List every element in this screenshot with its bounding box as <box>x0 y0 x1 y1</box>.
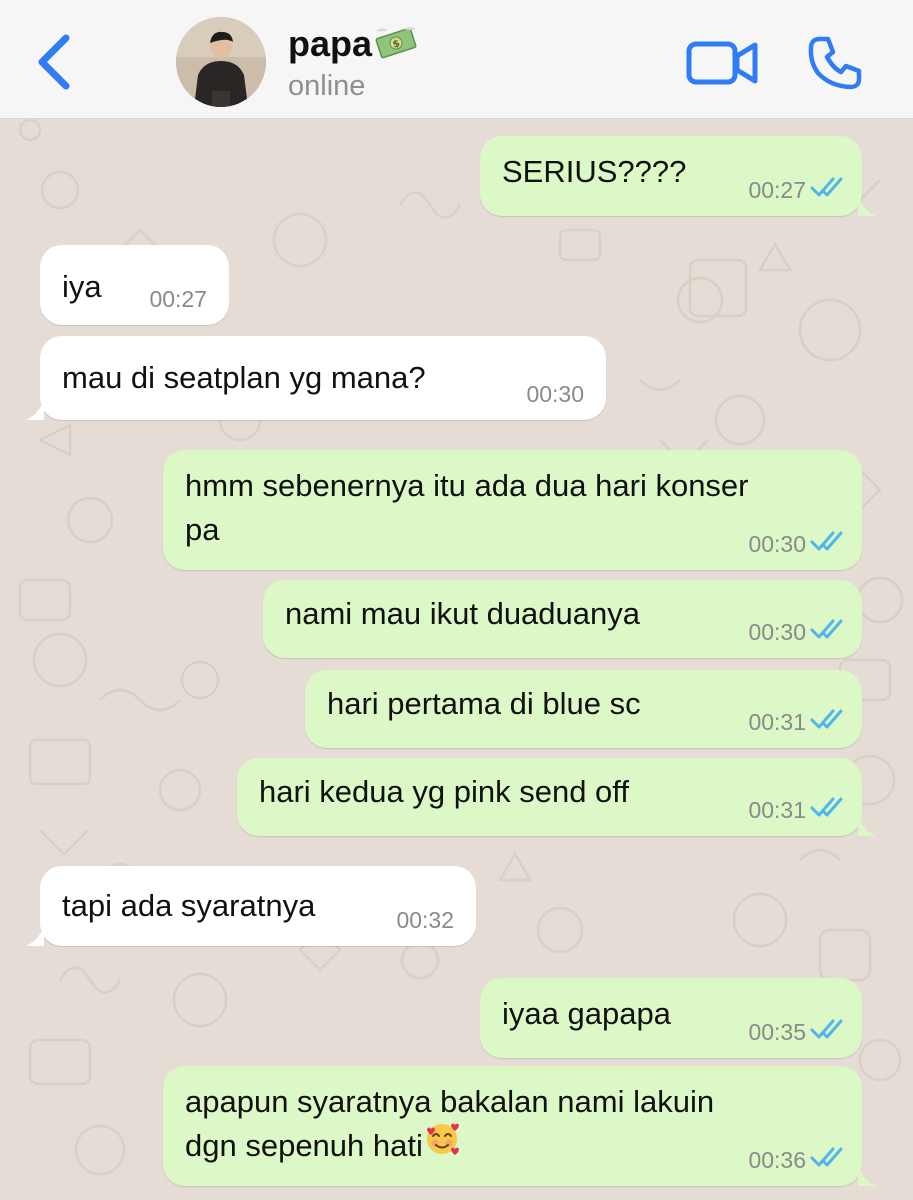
message-meta: 00:30 <box>526 380 584 408</box>
message-line: hmm sebenernya itu ada dua hari konser <box>185 468 749 503</box>
message-meta: 00:32 <box>396 906 454 934</box>
message-time: 00:31 <box>748 709 806 735</box>
message-text: mau di seatplan yg mana? <box>62 356 426 400</box>
message-line: dgn sepenuh hati <box>185 1128 423 1163</box>
chat-header: papa $ online <box>0 0 913 119</box>
message-time: 00:27 <box>748 177 806 203</box>
message-meta: 00:27 <box>748 176 848 204</box>
avatar[interactable] <box>176 17 266 107</box>
double-check-icon <box>810 1018 848 1046</box>
message-time: 00:30 <box>748 619 806 645</box>
message-text: hari kedua yg pink send off <box>259 770 629 814</box>
double-check-icon <box>810 796 848 824</box>
bubble-tail <box>858 194 876 216</box>
message-bubble-incoming[interactable]: iya 00:27 <box>40 245 229 325</box>
message-bubble-incoming[interactable]: mau di seatplan yg mana? 00:30 <box>26 336 606 420</box>
message-line: hari kedua yg pink send off <box>259 774 629 809</box>
message-meta: 00:31 <box>748 796 848 824</box>
message-time: 00:35 <box>748 1019 806 1045</box>
message-line: mau di seatplan yg mana? <box>62 360 426 395</box>
message-line: iyaa gapapa <box>502 996 671 1031</box>
message-time: 00:36 <box>748 1147 806 1173</box>
video-camera-icon <box>686 41 758 85</box>
double-check-icon <box>810 530 848 558</box>
message-text: apapun syaratnya bakalan nami lakuin dgn… <box>185 1080 714 1169</box>
voice-call-button[interactable] <box>806 34 864 92</box>
message-line: tapi ada syaratnya <box>62 888 316 923</box>
message-meta: 00:31 <box>748 708 848 736</box>
message-line: nami mau ikut duaduanya <box>285 596 641 631</box>
double-check-icon <box>810 618 848 646</box>
back-button[interactable] <box>28 32 84 92</box>
chat-screen: papa $ online SERIUS???? 00:27 iya 00:27… <box>0 0 913 1200</box>
message-meta: 00:27 <box>149 285 207 313</box>
message-line: SERIUS???? <box>502 154 687 189</box>
message-time: 00:27 <box>149 286 207 312</box>
message-line: iya <box>62 269 102 304</box>
message-meta: 00:36 <box>748 1146 848 1174</box>
smiling-face-with-hearts-emoji <box>424 1121 460 1169</box>
message-text: iya <box>62 265 102 309</box>
message-line: apapun syaratnya bakalan nami lakuin <box>185 1084 715 1119</box>
message-time: 00:31 <box>748 797 806 823</box>
bubble-tail <box>26 398 44 420</box>
message-line-with-emoji: dgn sepenuh hati <box>185 1121 714 1169</box>
message-bubble-outgoing[interactable]: nami mau ikut duaduanya 00:30 <box>263 580 862 658</box>
chevron-left-icon <box>38 34 70 90</box>
phone-icon <box>808 36 862 90</box>
message-text: nami mau ikut duaduanya <box>285 592 640 636</box>
double-check-icon <box>810 1146 848 1174</box>
message-time: 00:30 <box>526 381 584 407</box>
video-call-button[interactable] <box>686 38 758 88</box>
contact-name: papa <box>288 23 373 64</box>
bubble-tail <box>858 1164 876 1186</box>
message-bubble-outgoing[interactable]: hmm sebenernya itu ada dua hari konser p… <box>163 450 862 570</box>
message-text: iyaa gapapa <box>502 992 671 1036</box>
message-meta: 00:30 <box>748 618 848 646</box>
message-time: 00:30 <box>748 531 806 557</box>
message-meta: 00:35 <box>748 1018 848 1046</box>
message-bubble-outgoing[interactable]: iyaa gapapa 00:35 <box>480 978 862 1058</box>
message-line: pa <box>185 512 220 547</box>
contact-status: online <box>288 70 366 102</box>
message-bubble-incoming[interactable]: tapi ada syaratnya 00:32 <box>26 866 476 946</box>
double-check-icon <box>810 708 848 736</box>
money-with-wings-emoji: $ <box>374 23 418 69</box>
message-time: 00:32 <box>396 907 454 933</box>
message-line: hari pertama di blue sc <box>327 686 641 721</box>
message-text: hari pertama di blue sc <box>327 682 641 726</box>
message-bubble-outgoing[interactable]: hari kedua yg pink send off 00:31 <box>237 758 876 836</box>
contact-name-row[interactable]: papa $ <box>288 22 418 69</box>
message-text: tapi ada syaratnya <box>62 884 315 928</box>
bubble-tail <box>26 924 44 946</box>
bubble-tail <box>858 814 876 836</box>
message-text: SERIUS???? <box>502 150 686 194</box>
contact-photo <box>176 17 266 107</box>
double-check-icon <box>810 176 848 204</box>
message-bubble-outgoing[interactable]: SERIUS???? 00:27 <box>480 136 876 216</box>
message-meta: 00:30 <box>748 530 848 558</box>
message-bubble-outgoing[interactable]: apapun syaratnya bakalan nami lakuin dgn… <box>163 1066 876 1186</box>
message-bubble-outgoing[interactable]: hari pertama di blue sc 00:31 <box>305 670 862 748</box>
message-text: hmm sebenernya itu ada dua hari konser p… <box>185 464 749 552</box>
